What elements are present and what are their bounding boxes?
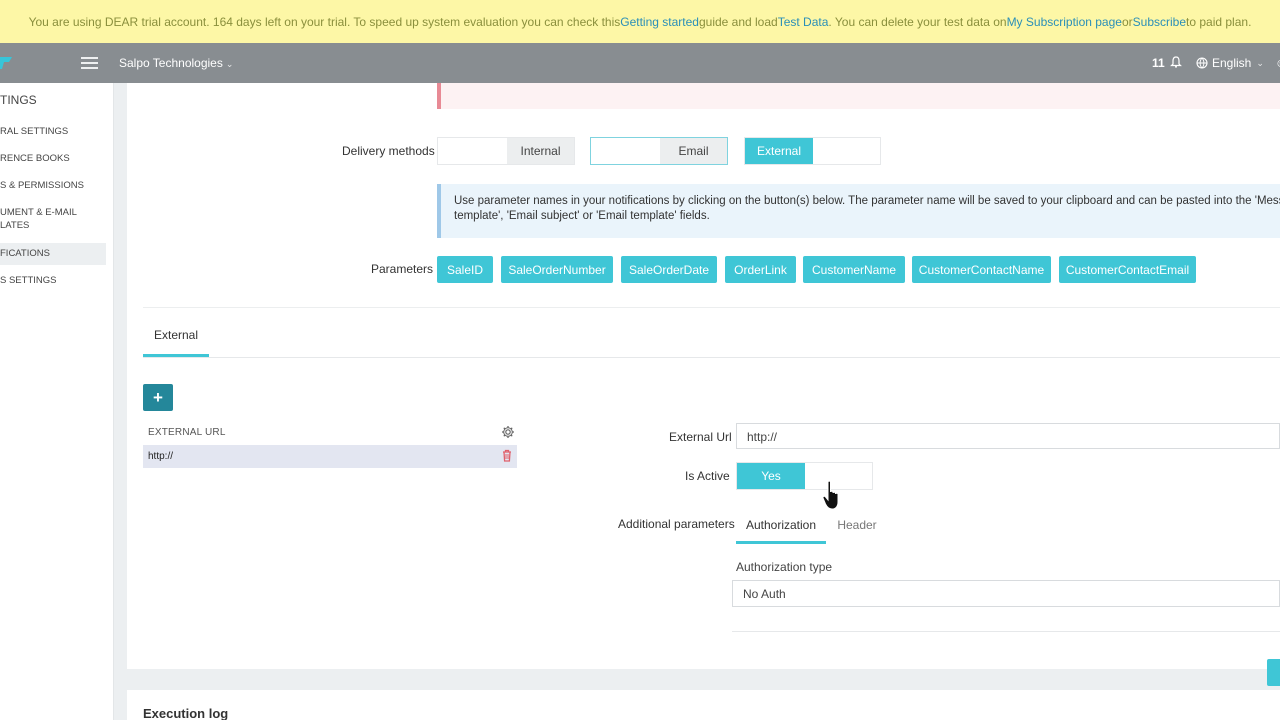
external-toggle[interactable]: External: [744, 137, 881, 165]
execution-log-title: Execution log: [143, 706, 229, 720]
top-bar: Salpo Technologies⌄ 11 English ⌄ ☺: [0, 43, 1280, 83]
gear-icon[interactable]: [501, 425, 515, 442]
getting-started-link[interactable]: Getting started: [620, 15, 699, 29]
external-toggle-label[interactable]: External: [745, 138, 813, 164]
user-icon[interactable]: ☺: [1275, 56, 1280, 70]
banner-text-4: or: [1121, 14, 1133, 29]
language-label: English: [1212, 56, 1252, 70]
param-button-customercontactemail[interactable]: CustomerContactEmail: [1059, 256, 1196, 283]
sidebar-item-notifications[interactable]: FICATIONS: [0, 243, 106, 265]
table-row[interactable]: http://: [143, 445, 517, 468]
sidebar-item-label: LATES: [0, 220, 30, 231]
tab-authorization[interactable]: Authorization: [736, 518, 826, 544]
subscribe-link[interactable]: Subscribe: [1133, 15, 1186, 29]
logo-icon[interactable]: [0, 55, 12, 71]
tab-external[interactable]: External: [143, 328, 209, 357]
external-url-label: External Url: [669, 430, 732, 444]
notifications-button[interactable]: 11: [1152, 56, 1182, 70]
banner-text-1: You are using DEAR trial account. 164 da…: [28, 14, 621, 29]
internal-toggle[interactable]: Internal: [437, 137, 575, 165]
param-button-saleordernumber[interactable]: SaleOrderNumber: [501, 256, 613, 283]
execution-log-card: Execution log: [127, 690, 1280, 720]
email-toggle-off[interactable]: [591, 138, 660, 164]
external-url-column-header: EXTERNAL URL: [148, 427, 226, 438]
url-cell: http://: [148, 451, 174, 462]
authorization-type-select[interactable]: No Auth: [732, 580, 1280, 607]
section-divider: [143, 307, 1280, 308]
info-line-1: Use parameter names in your notification…: [454, 195, 1280, 207]
info-line-2: template', 'Email subject' or 'Email tem…: [454, 210, 710, 222]
parameters-label: Parameters: [371, 262, 434, 276]
sidebar-item-users-permissions[interactable]: S & PERMISSIONS: [0, 179, 106, 192]
tab-underline: [143, 357, 1280, 358]
email-toggle[interactable]: Email: [590, 137, 728, 165]
sidebar-item-document-templates[interactable]: UMENT & E-MAIL LATES: [0, 206, 106, 232]
notifications-count: 11: [1152, 56, 1165, 70]
is-active-label: Is Active: [685, 469, 730, 483]
is-active-toggle[interactable]: Yes: [736, 462, 873, 490]
form-divider: [732, 631, 1280, 632]
internal-toggle-label[interactable]: Internal: [507, 138, 574, 164]
internal-toggle-off[interactable]: [438, 138, 507, 164]
delivery-methods-label: Delivery methods: [342, 144, 435, 158]
sidebar-item-general-settings[interactable]: RAL SETTINGS: [0, 125, 106, 138]
external-toggle-off[interactable]: [813, 138, 880, 164]
parameter-info-box: Use parameter names in your notification…: [437, 184, 1280, 238]
email-toggle-label[interactable]: Email: [660, 138, 727, 164]
notification-card: Delivery methods Internal Email External…: [127, 83, 1280, 686]
save-button[interactable]: [1267, 659, 1280, 686]
sidebar-item-reference-books[interactable]: RENCE BOOKS: [0, 152, 106, 165]
language-selector[interactable]: English ⌄: [1196, 56, 1264, 70]
param-button-saleorderdate[interactable]: SaleOrderDate: [621, 256, 717, 283]
company-name: Salpo Technologies: [119, 56, 223, 70]
external-url-table-header: EXTERNAL URL: [143, 423, 517, 445]
test-data-link[interactable]: Test Data: [778, 15, 829, 29]
error-strip: [437, 83, 1280, 109]
bell-icon: [1170, 56, 1182, 68]
hand-cursor-icon: [822, 480, 844, 515]
company-selector[interactable]: Salpo Technologies ⌄: [119, 56, 233, 70]
additional-parameters-label: Additional parameters: [618, 517, 735, 531]
globe-icon: [1196, 57, 1208, 69]
banner-text-3: . You can delete your test data on: [828, 14, 1007, 29]
param-button-customercontactname[interactable]: CustomerContactName: [912, 256, 1051, 283]
param-button-customername[interactable]: CustomerName: [803, 256, 905, 283]
add-url-button[interactable]: +: [143, 384, 173, 411]
tab-header[interactable]: Header: [834, 518, 880, 544]
trash-icon[interactable]: [501, 449, 513, 465]
chevron-down-icon: ⌄: [225, 59, 234, 69]
param-button-saleid[interactable]: SaleID: [437, 256, 493, 283]
is-active-yes[interactable]: Yes: [737, 463, 805, 489]
authorization-type-label: Authorization type: [736, 560, 833, 574]
chevron-down-icon: ⌄: [1256, 57, 1264, 68]
sidebar-item-label: UMENT & E-MAIL: [0, 207, 77, 218]
sidebar-item-settings[interactable]: S SETTINGS: [0, 274, 106, 287]
banner-text-5: to paid plan.: [1186, 14, 1252, 29]
settings-sidebar: TINGS RAL SETTINGS RENCE BOOKS S & PERMI…: [0, 83, 114, 720]
subscription-page-link[interactable]: My Subscription page: [1007, 15, 1122, 29]
external-url-input[interactable]: http://: [736, 423, 1280, 449]
sidebar-title: TINGS: [0, 93, 37, 107]
trial-banner: You are using DEAR trial account. 164 da…: [0, 0, 1280, 43]
hamburger-menu-icon[interactable]: [81, 57, 98, 69]
banner-text-2: guide and load: [698, 14, 778, 29]
param-button-orderlink[interactable]: OrderLink: [725, 256, 796, 283]
